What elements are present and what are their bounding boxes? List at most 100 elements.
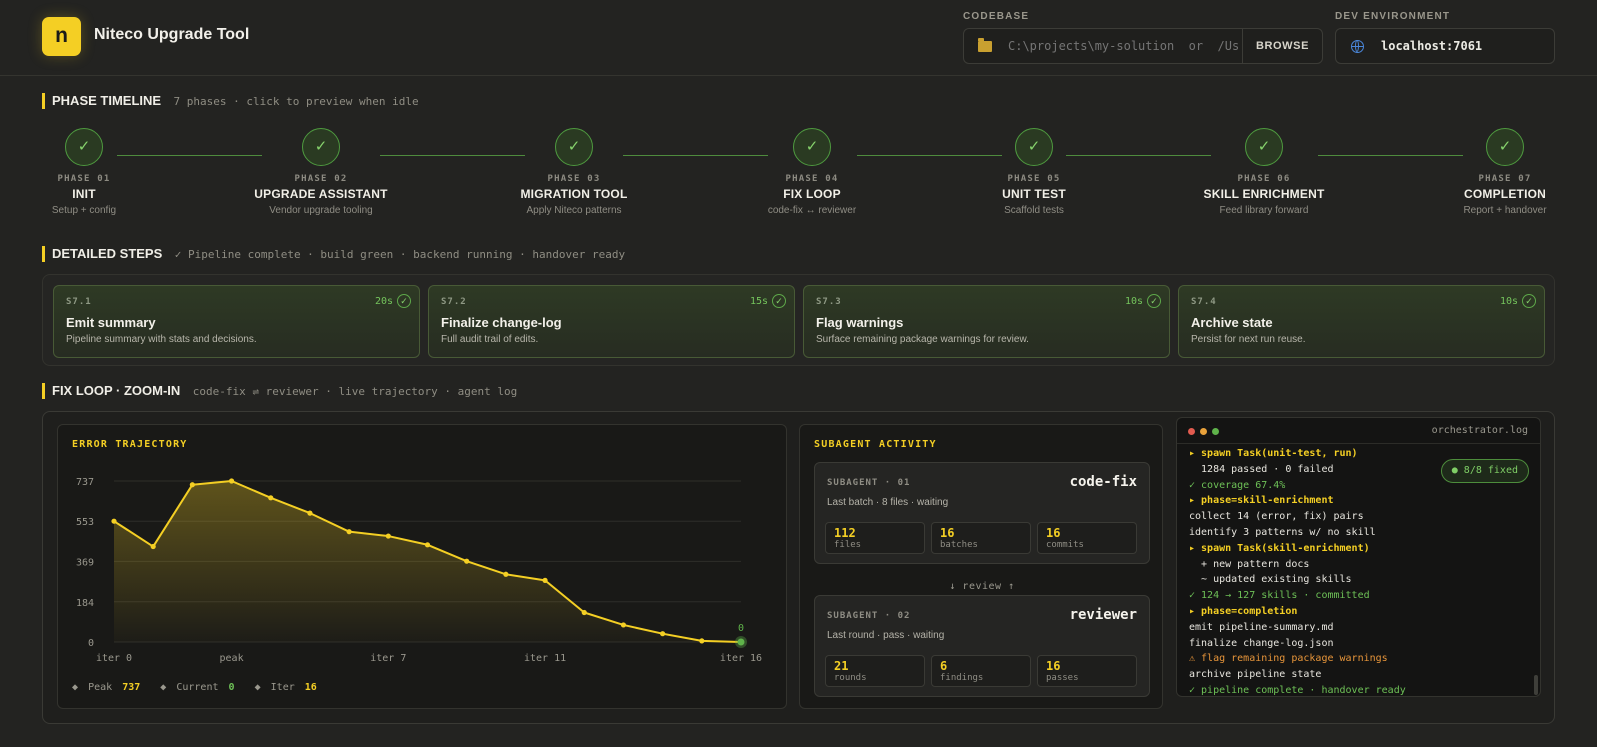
data-point [424,542,431,548]
stat-value: 21 [834,659,849,673]
data-point [268,495,274,501]
codebase-label: CODEBASE [963,11,1030,22]
minimize-dot [1200,428,1207,435]
phase-skill-enrichment[interactable]: ✓ PHASE 06 SKILL ENRICHMENT Feed library… [1174,128,1354,216]
phase-fix-loop[interactable]: ✓ PHASE 04 FIX LOOP code-fix ↔ reviewer [722,128,902,216]
check-icon: ✓ [1245,128,1283,166]
step-description: Pipeline summary with stats and decision… [66,334,257,345]
phase-migration-tool[interactable]: ✓ PHASE 03 MIGRATION TOOL Apply Niteco p… [484,128,664,216]
legend-peak-value: 737 [122,682,141,693]
check-icon: ✓ [772,294,786,308]
log-line: archive pipeline state [1189,669,1322,681]
phase-completion[interactable]: ✓ PHASE 07 COMPLETION Report + handover [1415,128,1595,216]
chart-legend: ◆ Peak 737 ◆ Current 0 ◆ Iter 16 [72,682,321,693]
step-card[interactable]: S7.4 10s ✓ Archive state Persist for nex… [1178,285,1545,358]
data-point [346,529,352,535]
phase-init[interactable]: ✓ PHASE 01 INIT Setup + config [0,128,174,216]
phase-number: PHASE 04 [785,174,839,184]
subagent-status: Last round · pass · waiting [827,630,945,641]
phase-upgrade-assistant[interactable]: ✓ PHASE 02 UPGRADE ASSISTANT Vendor upgr… [231,128,411,216]
stat-box: 16 commits [1037,522,1137,554]
stat-box: 16 batches [931,522,1031,554]
step-id: S7.3 [816,297,842,307]
y-tick-label: 369 [76,557,94,568]
phase-description: Report + handover [1463,205,1547,216]
log-line: ▸ spawn Task(unit-test, run) [1189,448,1358,459]
log-lines: ▸ spawn Task(unit-test, run) 1284 passed… [1189,446,1406,696]
diamond-icon: ◆ [72,682,79,693]
phase-unit-test[interactable]: ✓ PHASE 05 UNIT TEST Scaffold tests [944,128,1124,216]
data-point [699,638,705,644]
y-tick-label: 184 [76,598,94,609]
step-card[interactable]: S7.3 10s ✓ Flag warnings Surface remaini… [803,285,1170,358]
legend-peak-label: Peak [88,682,113,693]
phase-name: COMPLETION [1464,187,1546,201]
step-card[interactable]: S7.1 20s ✓ Emit summary Pipeline summary… [53,285,420,358]
phase-number: PHASE 03 [547,174,601,184]
fixed-status-badge: ● 8/8 fixed [1440,459,1529,483]
log-titlebar: orchestrator.log [1177,418,1540,444]
app-title: Niteco Upgrade Tool [94,26,250,43]
x-tick-label: iter 7 [370,653,406,664]
codebase-input[interactable] [1008,29,1240,63]
stat-label: rounds [834,673,867,683]
x-tick-label: iter 11 [524,653,566,664]
log-line: ✓ coverage 67.4% [1189,479,1286,491]
subagent-status: Last batch · 8 files · waiting [827,497,949,508]
step-description: Full audit trail of edits. [441,334,539,345]
phase-number: PHASE 02 [294,174,348,184]
stat-value: 16 [940,526,955,540]
review-flow-indicator: ↓ review ↑ [949,581,1015,592]
phase-description: Scaffold tests [1004,205,1064,216]
check-icon: ✓ [65,128,103,166]
timeline-title: PHASE TIMELINE [52,93,162,108]
close-dot [1188,428,1195,435]
subagent-title: SUBAGENT ACTIVITY [814,439,937,450]
stat-value: 16 [1046,526,1061,540]
phase-number: PHASE 01 [57,174,111,184]
subagent-reviewer[interactable]: SUBAGENT · 02 reviewer Last round · pass… [814,595,1150,697]
step-card[interactable]: S7.2 15s ✓ Finalize change-log Full audi… [428,285,795,358]
step-id: S7.2 [441,297,467,307]
subagent-code-fix[interactable]: SUBAGENT · 01 code-fix Last batch · 8 fi… [814,462,1150,564]
phase-number: PHASE 06 [1237,174,1291,184]
x-tick-label: peak [220,653,244,664]
log-line: emit pipeline-summary.md [1189,621,1334,633]
data-point [150,543,156,550]
phase-name: SKILL ENRICHMENT [1203,187,1325,201]
step-title: Flag warnings [816,315,904,330]
stat-label: files [834,540,862,550]
fixloop-panel: ERROR TRAJECTORY 0 184 369 553 737 iter 0 peak… [42,411,1555,724]
end-point-label: 0 [738,623,744,634]
stat-box: 16 passes [1037,655,1137,687]
legend-iter-label: Iter [270,682,295,693]
step-title: Emit summary [66,315,156,330]
check-icon: ✓ [793,128,831,166]
browse-button[interactable]: BROWSE [1242,29,1322,63]
step-id: S7.1 [66,297,92,307]
phase-description: code-fix ↔ reviewer [767,205,857,216]
log-scrollbar[interactable] [1534,675,1538,695]
data-point [228,478,235,484]
phase-description: Setup + config [51,205,117,216]
subagent-name: code-fix [1069,474,1137,490]
fixloop-title: FIX LOOP · ZOOM-IN [52,383,181,398]
environment-field[interactable]: localhost:7061 [1335,28,1555,64]
step-duration: 20s [374,296,393,307]
orchestrator-log[interactable]: orchestrator.log ▸ spawn Task(unit-test,… [1176,417,1541,697]
data-point [189,482,195,488]
phase-description: Apply Niteco patterns [526,205,622,216]
data-point [464,558,470,564]
y-tick-label: 0 [88,638,94,649]
log-line: ✓ 124 → 127 skills · committed [1189,590,1370,602]
log-line: ✓ pipeline complete · handover ready [1189,684,1406,696]
legend-current-label: Current [176,682,219,693]
check-icon: ✓ [555,128,593,166]
phase-name: FIX LOOP [783,187,841,201]
phase-description: Vendor upgrade tooling [269,205,373,216]
stat-box: 6 findings [931,655,1031,687]
end-point [737,638,745,646]
subagent-label: SUBAGENT · 02 [827,611,911,621]
subagent-activity-card: SUBAGENT ACTIVITY SUBAGENT · 01 code-fix… [799,424,1163,709]
stat-label: commits [1046,540,1084,550]
